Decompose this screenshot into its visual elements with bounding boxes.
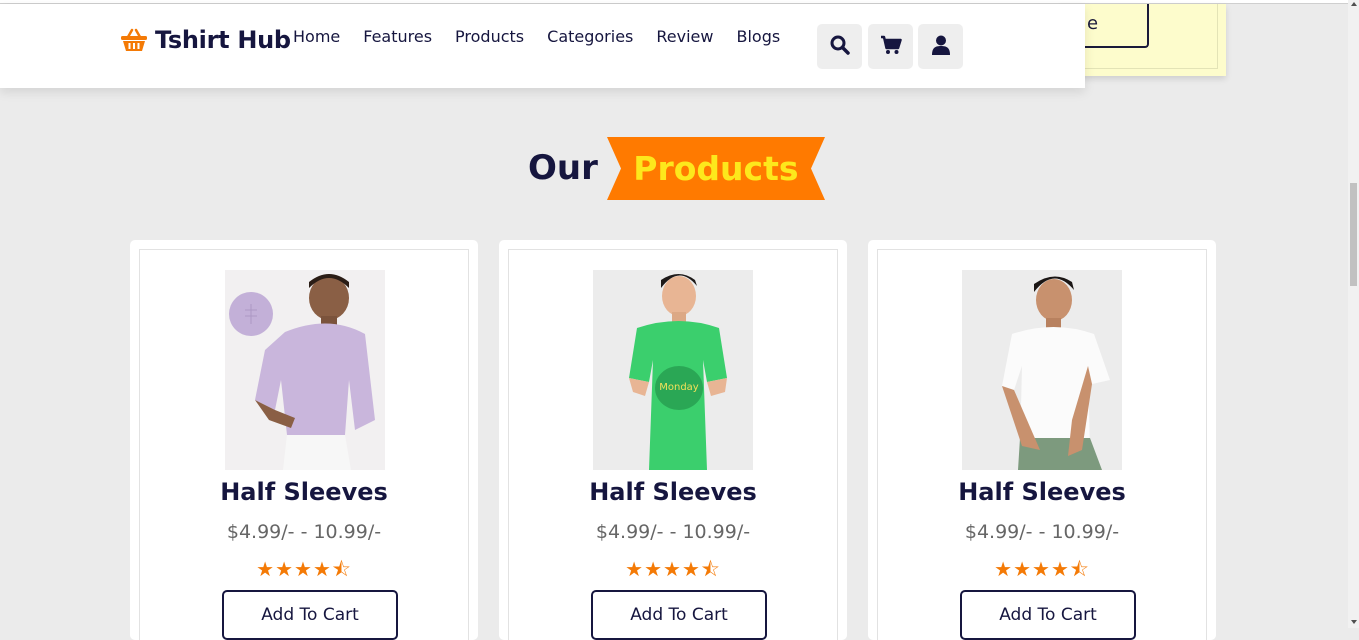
site-header: Tshirt Hub Home Features Products Catego… [0,4,1085,88]
product-card: Half Sleeves $4.99/- - 10.99/- ★★★★⯪ Add… [130,240,478,640]
user-icon [931,35,950,59]
scroll-thumb[interactable] [1350,183,1357,286]
scroll-up-arrow-icon[interactable] [1351,2,1357,6]
basket-icon [120,28,148,52]
product-name: Half Sleeves [958,478,1126,506]
brand-name: Tshirt Hub [155,26,291,54]
product-name: Half Sleeves [220,478,388,506]
section-title-plain: Our [528,148,598,188]
search-button[interactable] [817,24,862,69]
account-button[interactable] [918,24,963,69]
product-price: $4.99/- - 10.99/- [595,521,751,543]
product-card: Half Sleeves $4.99/- - 10.99/- ★★★★⯪ Add… [868,240,1216,640]
svg-text:Monday: Monday [659,382,699,393]
rating-stars: ★★★★⯪ [994,557,1090,581]
popup-button[interactable]: e [1081,4,1149,48]
page-scrollbar[interactable] [1348,0,1359,628]
nav-categories[interactable]: Categories [547,27,633,46]
section-title-highlight: Products [633,148,799,188]
product-price: $4.99/- - 10.99/- [964,521,1120,543]
add-to-cart-button[interactable]: Add To Cart [591,590,767,640]
product-name: Half Sleeves [589,478,757,506]
brand-logo[interactable]: Tshirt Hub [120,26,291,54]
cart-button[interactable] [868,24,913,69]
rating-stars: ★★★★⯪ [625,557,721,581]
main-nav: Home Features Products Categories Review… [293,27,803,46]
product-price: $4.99/- - 10.99/- [226,521,382,543]
nav-review[interactable]: Review [656,27,713,46]
product-image[interactable] [225,270,385,470]
nav-products[interactable]: Products [455,27,524,46]
nav-blogs[interactable]: Blogs [736,27,780,46]
nav-features[interactable]: Features [363,27,432,46]
section-title-badge: Products [606,136,825,200]
scroll-down-arrow-icon[interactable] [1351,620,1357,624]
rating-stars: ★★★★⯪ [256,557,352,581]
popup-inner: e [1080,4,1218,69]
product-card: Monday Half Sleeves $4.99/- - 10.99/- ★★… [499,240,847,640]
nav-home[interactable]: Home [293,27,340,46]
product-image[interactable]: Monday [593,270,753,470]
add-to-cart-button[interactable]: Add To Cart [960,590,1136,640]
search-icon [830,35,850,59]
cart-icon [880,35,902,59]
section-heading: Our Products [528,136,825,200]
product-image[interactable] [962,270,1122,470]
add-to-cart-button[interactable]: Add To Cart [222,590,398,640]
